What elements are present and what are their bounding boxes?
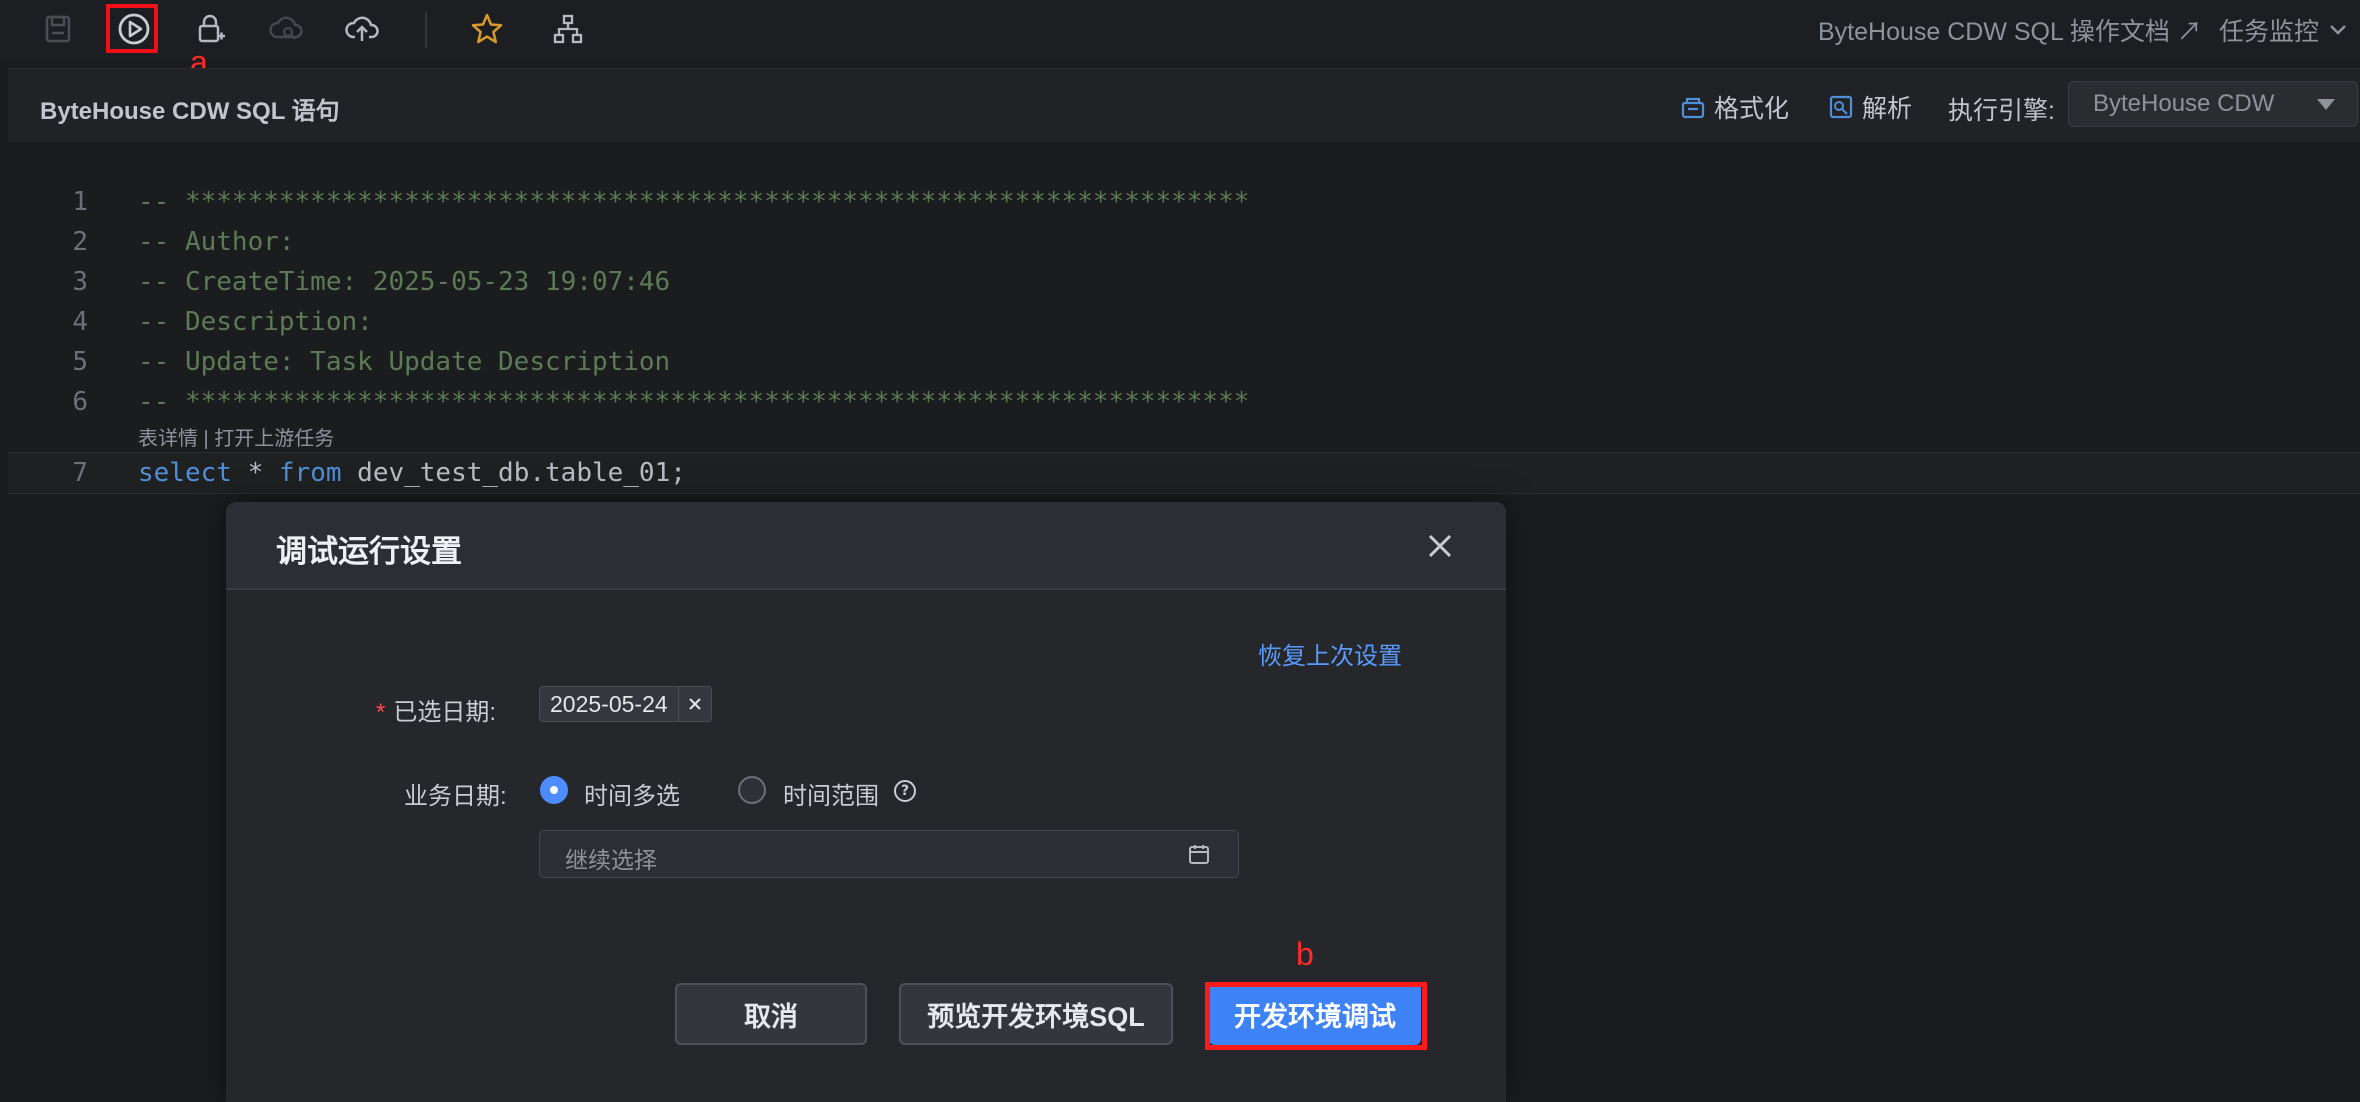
cancel-button[interactable]: 取消 bbox=[675, 983, 867, 1045]
code-line: 4 -- Description: bbox=[8, 302, 2360, 342]
parse-button[interactable]: 解析 bbox=[1828, 89, 1912, 125]
format-label: 格式化 bbox=[1714, 95, 1790, 123]
close-button[interactable] bbox=[1422, 528, 1458, 564]
line-number: 1 bbox=[72, 187, 88, 217]
code-text: -- CreateTime: 2025-05-23 19:07:46 bbox=[138, 267, 671, 297]
radio-time-range-label[interactable]: 时间范围 bbox=[783, 776, 879, 811]
selected-date-value: 2025-05-24 bbox=[550, 690, 668, 717]
editor-title: ByteHouse CDW SQL 语句 bbox=[40, 98, 340, 125]
selected-date-tag: 2025-05-24 bbox=[539, 686, 712, 722]
engine-label: 执行引擎: bbox=[1948, 97, 2055, 125]
line-number: 2 bbox=[72, 227, 88, 257]
dialog-header: 调试运行设置 bbox=[226, 502, 1506, 590]
annotation-box-a bbox=[106, 4, 158, 53]
annotation-label-b: b bbox=[1296, 936, 1314, 972]
chevron-down-icon bbox=[2330, 25, 2346, 35]
format-button[interactable]: 格式化 bbox=[1680, 89, 1789, 125]
line-number: 3 bbox=[72, 267, 88, 297]
code-text: -- *************************************… bbox=[138, 387, 1250, 417]
date-picker-placeholder: 继续选择 bbox=[565, 847, 657, 873]
doc-link[interactable]: ByteHouse CDW SQL 操作文档 ↗ bbox=[1818, 12, 2202, 48]
top-toolbar: a ByteHouse CDW SQL 操作文档 ↗ 任务监控 bbox=[0, 0, 2360, 80]
business-date-label: 业务日期: bbox=[404, 783, 507, 810]
format-icon bbox=[1681, 97, 1705, 119]
close-icon bbox=[1428, 534, 1452, 558]
editor-header: ByteHouse CDW SQL 语句 格式化 解析 执行引擎: ByteHo… bbox=[8, 68, 2360, 143]
remove-date-button[interactable] bbox=[677, 687, 711, 721]
codelens-table-actions[interactable]: 表详情 | 打开上游任务 bbox=[138, 422, 334, 451]
required-mark: * bbox=[376, 699, 386, 726]
favorite-button[interactable] bbox=[463, 8, 511, 50]
sql-keyword: from bbox=[278, 458, 342, 488]
cloud-upload-button[interactable] bbox=[338, 8, 386, 50]
code-line: 1 -- ***********************************… bbox=[8, 182, 2360, 222]
lineage-icon bbox=[553, 14, 583, 44]
task-monitor-label: 任务监控 bbox=[2219, 18, 2320, 46]
code-line: 3 -- CreateTime: 2025-05-23 19:07:46 bbox=[8, 262, 2360, 302]
save-icon bbox=[45, 15, 71, 43]
dialog-title: 调试运行设置 bbox=[276, 534, 462, 569]
code-text: -- Author: bbox=[138, 227, 295, 257]
date-picker-input[interactable]: 继续选择 bbox=[539, 830, 1239, 878]
line-number: 6 bbox=[72, 387, 88, 417]
lineage-button[interactable] bbox=[544, 8, 592, 50]
selected-date-label-text: 已选日期: bbox=[393, 699, 497, 726]
code-line: 2 -- Author: bbox=[8, 222, 2360, 262]
code-line: 6 -- ***********************************… bbox=[8, 382, 2360, 422]
line-number: 4 bbox=[72, 307, 88, 337]
radio-time-range[interactable] bbox=[738, 776, 766, 804]
calendar-icon[interactable] bbox=[1187, 842, 1211, 866]
parse-label: 解析 bbox=[1862, 95, 1913, 123]
code-line-current: 7 select * from dev_test_db.table_01; bbox=[8, 452, 2360, 494]
code-text: select * from dev_test_db.table_01; bbox=[138, 453, 686, 493]
cloud-search-button[interactable] bbox=[262, 8, 310, 50]
cloud-upload-icon bbox=[345, 16, 379, 41]
code-line: 5 -- Update: Task Update Description bbox=[8, 342, 2360, 382]
close-icon bbox=[688, 698, 701, 710]
restore-last-settings-link[interactable]: 恢复上次设置 bbox=[1258, 636, 1402, 671]
caret-down-icon bbox=[2317, 99, 2335, 110]
code-text: -- Update: Task Update Description bbox=[138, 347, 671, 377]
radio-time-multi[interactable] bbox=[540, 776, 568, 804]
save-button[interactable] bbox=[34, 8, 82, 50]
code-text: -- Description: bbox=[138, 307, 373, 337]
engine-select[interactable]: ByteHouse CDW bbox=[2068, 81, 2358, 127]
preview-dev-sql-button[interactable]: 预览开发环境SQL bbox=[899, 983, 1173, 1045]
line-number: 7 bbox=[72, 458, 88, 488]
lock-add-button[interactable] bbox=[186, 8, 234, 50]
sql-identifier: dev_test_db.table_01; bbox=[341, 458, 686, 488]
annotation-box-b bbox=[1205, 982, 1427, 1050]
toolbar-separator bbox=[425, 12, 427, 48]
selected-date-label: * 已选日期: bbox=[376, 692, 496, 727]
lock-add-icon bbox=[198, 14, 225, 43]
line-number: 5 bbox=[72, 347, 88, 377]
star-icon bbox=[471, 13, 503, 44]
parse-icon bbox=[1829, 95, 1853, 119]
task-monitor-dropdown[interactable]: 任务监控 bbox=[2219, 12, 2347, 48]
code-text: -- *************************************… bbox=[138, 187, 1250, 217]
engine-value: ByteHouse CDW bbox=[2093, 90, 2275, 117]
sql-operator: * bbox=[231, 458, 279, 488]
help-icon[interactable]: ? bbox=[894, 780, 916, 802]
sql-keyword: select bbox=[138, 458, 232, 488]
radio-time-multi-label[interactable]: 时间多选 bbox=[584, 776, 680, 811]
cloud-search-icon bbox=[269, 16, 303, 40]
